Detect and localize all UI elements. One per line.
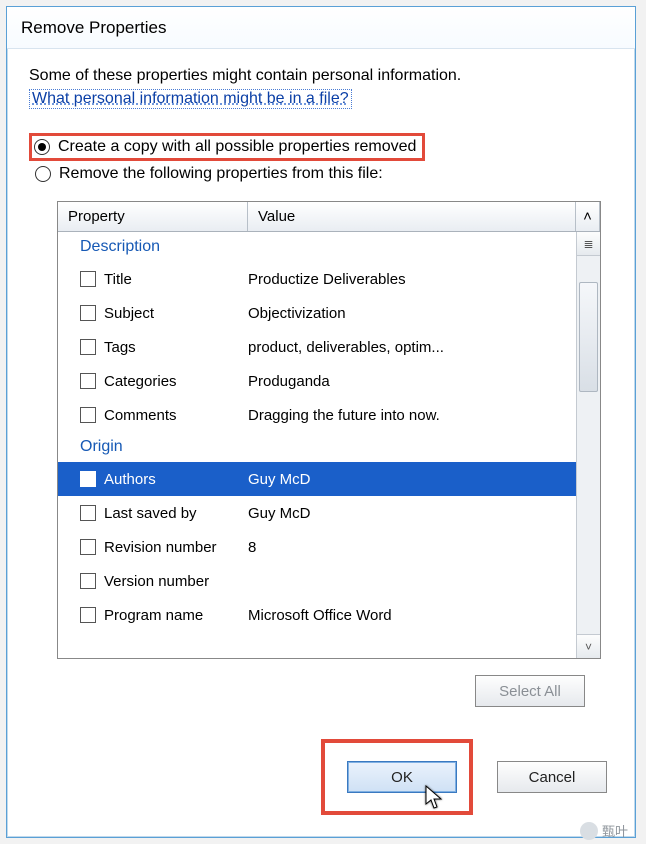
personal-info-link[interactable]: What personal information might be in a … bbox=[29, 89, 352, 109]
scroll-up-button[interactable]: ≣ bbox=[577, 232, 600, 256]
table-row[interactable]: Comments Dragging the future into now. bbox=[58, 398, 576, 432]
column-header-property[interactable]: Property bbox=[58, 202, 248, 231]
option-create-copy[interactable]: Create a copy with all possible properti… bbox=[29, 133, 425, 161]
table-row[interactable]: Categories Produganda bbox=[58, 364, 576, 398]
checkbox-title[interactable] bbox=[80, 271, 96, 287]
properties-list: Property Value ˄ Description Title Produ… bbox=[57, 201, 601, 659]
watermark: 甄叶 bbox=[580, 821, 628, 840]
properties-list-body: Description Title Productize Deliverable… bbox=[58, 232, 600, 658]
table-row[interactable]: Tags product, deliverables, optim... bbox=[58, 330, 576, 364]
properties-list-header: Property Value ˄ bbox=[58, 202, 600, 232]
table-row[interactable]: Program name Microsoft Office Word bbox=[58, 598, 576, 632]
table-row[interactable]: Title Productize Deliverables bbox=[58, 262, 576, 296]
prop-value: Objectivization bbox=[248, 305, 576, 322]
dialog-title: Remove Properties bbox=[21, 18, 167, 38]
group-description: Description bbox=[58, 232, 576, 262]
remove-properties-dialog: Remove Properties Some of these properti… bbox=[6, 6, 636, 838]
group-origin: Origin bbox=[58, 432, 576, 462]
radio-remove-following[interactable] bbox=[35, 166, 51, 182]
table-row[interactable]: Revision number 8 bbox=[58, 530, 576, 564]
prop-value: 8 bbox=[248, 539, 576, 556]
dialog-content: Some of these properties might contain p… bbox=[7, 49, 635, 721]
prop-name: Last saved by bbox=[104, 505, 248, 522]
ok-highlight: OK bbox=[321, 739, 473, 815]
prop-name: Categories bbox=[104, 373, 248, 390]
prop-name: Version number bbox=[104, 573, 248, 590]
scroll-thumb[interactable] bbox=[579, 282, 598, 392]
checkbox-authors[interactable] bbox=[80, 471, 96, 487]
table-row[interactable]: Subject Objectivization bbox=[58, 296, 576, 330]
table-row[interactable]: Version number bbox=[58, 564, 576, 598]
option-create-copy-label: Create a copy with all possible properti… bbox=[58, 138, 416, 156]
prop-value: Microsoft Office Word bbox=[248, 607, 576, 624]
dialog-title-bar: Remove Properties bbox=[7, 7, 635, 49]
column-header-value[interactable]: Value bbox=[248, 202, 576, 231]
column-header-scroll[interactable]: ˄ bbox=[576, 202, 600, 231]
checkbox-tags[interactable] bbox=[80, 339, 96, 355]
table-row[interactable]: Authors Guy McD bbox=[58, 462, 576, 496]
checkbox-categories[interactable] bbox=[80, 373, 96, 389]
checkbox-last-saved-by[interactable] bbox=[80, 505, 96, 521]
prop-value: Guy McD bbox=[248, 471, 576, 488]
prop-name: Title bbox=[104, 271, 248, 288]
prop-value: Produganda bbox=[248, 373, 576, 390]
intro-text: Some of these properties might contain p… bbox=[29, 67, 613, 85]
checkbox-comments[interactable] bbox=[80, 407, 96, 423]
dialog-footer: OK Cancel bbox=[321, 739, 607, 815]
prop-value: Dragging the future into now. bbox=[248, 407, 576, 424]
prop-value: Productize Deliverables bbox=[248, 271, 576, 288]
cancel-button[interactable]: Cancel bbox=[497, 761, 607, 793]
prop-name: Revision number bbox=[104, 539, 248, 556]
prop-name: Authors bbox=[104, 471, 248, 488]
vertical-scrollbar[interactable]: ≣ ˅ bbox=[576, 232, 600, 658]
option-remove-following[interactable]: Remove the following properties from thi… bbox=[33, 161, 613, 187]
table-row[interactable]: Last saved by Guy McD bbox=[58, 496, 576, 530]
prop-name: Comments bbox=[104, 407, 248, 424]
properties-list-wrap: Property Value ˄ Description Title Produ… bbox=[57, 201, 601, 659]
scroll-down-button[interactable]: ˅ bbox=[577, 634, 600, 658]
prop-value: Guy McD bbox=[248, 505, 576, 522]
prop-name: Subject bbox=[104, 305, 248, 322]
prop-value: product, deliverables, optim... bbox=[248, 339, 576, 356]
checkbox-program-name[interactable] bbox=[80, 607, 96, 623]
prop-name: Program name bbox=[104, 607, 248, 624]
scroll-track[interactable] bbox=[577, 256, 600, 634]
prop-name: Tags bbox=[104, 339, 248, 356]
checkbox-revision-number[interactable] bbox=[80, 539, 96, 555]
option-remove-following-label: Remove the following properties from thi… bbox=[59, 165, 383, 183]
watermark-icon bbox=[580, 822, 598, 840]
select-all-button[interactable]: Select All bbox=[475, 675, 585, 707]
watermark-text: 甄叶 bbox=[602, 821, 628, 840]
checkbox-subject[interactable] bbox=[80, 305, 96, 321]
checkbox-version-number[interactable] bbox=[80, 573, 96, 589]
radio-create-copy[interactable] bbox=[34, 139, 50, 155]
ok-button[interactable]: OK bbox=[347, 761, 457, 793]
